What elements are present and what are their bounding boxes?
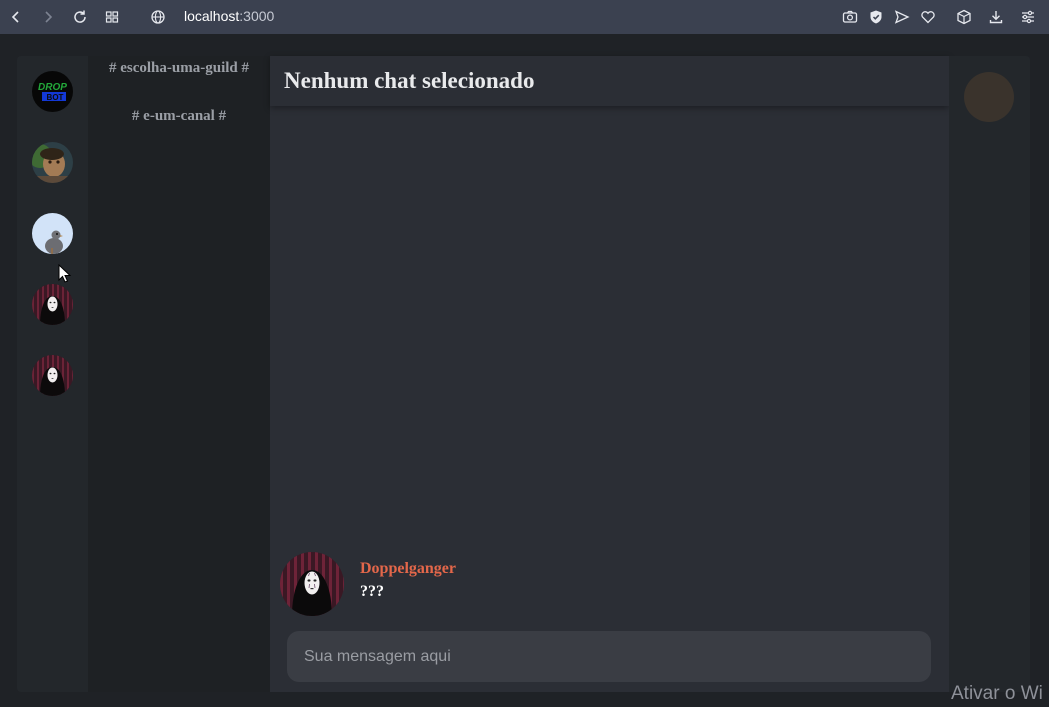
menu-icon[interactable] (1018, 7, 1038, 27)
send-icon[interactable] (892, 7, 912, 27)
browser-toolbar: localhost:3000 (0, 0, 1049, 34)
url-port: :3000 (239, 8, 275, 24)
mouse-cursor-icon (58, 263, 72, 289)
server-list: DROP BOT (17, 56, 88, 692)
message-text: ??? (360, 583, 384, 600)
chat-panel: Nenhum chat selecionado Doppelganger ??? (270, 56, 949, 692)
message-avatar[interactable] (280, 552, 344, 616)
message-input[interactable] (287, 631, 931, 682)
forward-icon[interactable] (38, 7, 58, 27)
server-dropbot[interactable]: DROP BOT (32, 71, 73, 112)
svg-text:BOT: BOT (47, 93, 64, 102)
windows-activation-watermark: Ativar o Wi (951, 683, 1043, 704)
url-host: localhost (184, 8, 240, 24)
member-list (949, 56, 1030, 692)
back-icon[interactable] (6, 7, 26, 27)
server-noface-1[interactable] (32, 284, 73, 325)
cube-icon[interactable] (954, 7, 974, 27)
download-icon[interactable] (986, 7, 1006, 27)
channel-list: # escolha-uma-guild # # e-um-canal # (88, 56, 270, 692)
server-noface-2[interactable] (32, 355, 73, 396)
chat-title: Nenhum chat selecionado (284, 68, 535, 93)
message-author[interactable]: Doppelganger (360, 560, 456, 578)
guild-placeholder: # escolha-uma-guild # (108, 60, 249, 76)
tabs-grid-icon[interactable] (102, 7, 122, 27)
shield-icon[interactable] (866, 7, 886, 27)
heart-icon[interactable] (918, 7, 938, 27)
chat-header: Nenhum chat selecionado (270, 56, 949, 106)
svg-text:DROP: DROP (38, 82, 67, 93)
server-pigeon[interactable] (32, 213, 73, 254)
globe-icon[interactable] (148, 7, 168, 27)
camera-icon[interactable] (840, 7, 860, 27)
channel-placeholder: # e-um-canal # (131, 108, 227, 124)
address-bar-url[interactable]: localhost:3000 (184, 8, 274, 24)
reload-icon[interactable] (70, 7, 90, 27)
server-portrait[interactable] (32, 142, 73, 183)
member-avatar[interactable] (964, 72, 1014, 122)
